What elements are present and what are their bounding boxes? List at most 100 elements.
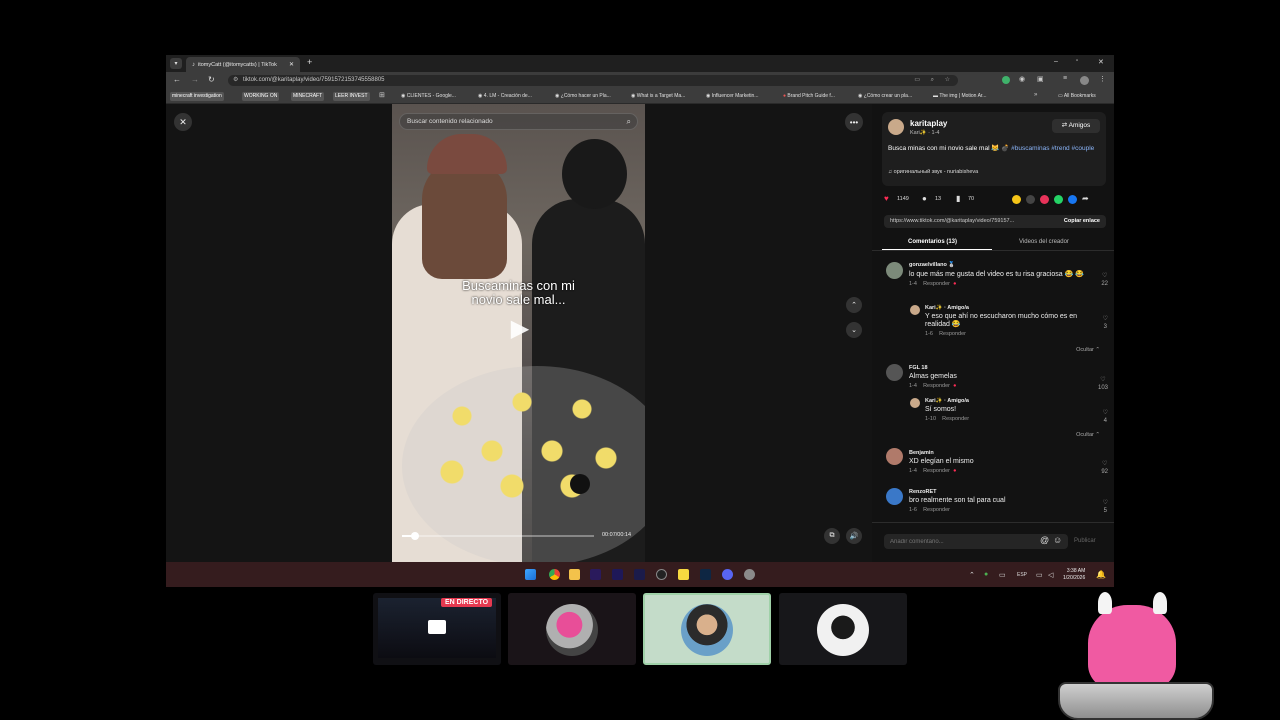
share-arrow-icon[interactable]: ➦ (1082, 194, 1089, 203)
bookmark-star-icon[interactable]: ☆ (945, 75, 950, 86)
next-video-icon[interactable]: ⌄ (846, 322, 862, 338)
comment-user[interactable]: Benjamin (909, 450, 1089, 456)
clock[interactable]: 3:38 AM 1/20/2026 (1063, 568, 1085, 582)
copy-link-button[interactable]: Copiar enlace (1064, 215, 1100, 228)
bookmark-item[interactable]: ◉ ¿Cómo crear un pla... (858, 92, 912, 101)
after-effects-icon[interactable] (612, 569, 623, 580)
author-username[interactable]: karitaplay (910, 119, 947, 128)
start-icon[interactable] (525, 569, 536, 580)
settings-icon[interactable] (744, 569, 755, 580)
sticky-notes-icon[interactable] (678, 569, 689, 580)
maximize-icon[interactable]: ▫ (1076, 58, 1078, 64)
more-bookmarks-icon[interactable]: » (1034, 92, 1037, 98)
reload-icon[interactable]: ↻ (208, 75, 215, 84)
more-options-icon[interactable]: ••• (845, 113, 863, 131)
friends-button[interactable]: ⇄ Amigos (1052, 119, 1100, 133)
bookmark-item[interactable]: ◉ Influencer Marketin... (706, 92, 758, 101)
minimize-icon[interactable]: – (1054, 58, 1058, 65)
extension-green-icon[interactable] (1002, 76, 1010, 84)
tab-tiktok[interactable]: ♪ itomyCatt (@itomycatts) | TikTok ✕ (186, 57, 300, 72)
mini-player-icon[interactable]: ⧉ (824, 528, 840, 544)
publish-button[interactable]: Publicar (1074, 538, 1096, 544)
comment-like[interactable]: ♡ 5 (1103, 499, 1108, 515)
bookmark-item[interactable]: ◉ 4. LM - Creación de... (478, 92, 532, 101)
keyboard-icon[interactable]: ▭ (999, 571, 1006, 579)
comment-like[interactable]: ♡ 22 (1101, 272, 1108, 288)
whatsapp-icon[interactable] (1054, 195, 1063, 204)
media-icon[interactable]: ≡ (1063, 75, 1067, 82)
comment-avatar[interactable] (886, 488, 903, 505)
bookmark-item[interactable]: MINECRAFT (291, 92, 325, 101)
chrome-icon[interactable] (549, 569, 560, 580)
progress-bar[interactable] (402, 532, 594, 540)
reply-button[interactable]: Responder (939, 331, 966, 337)
all-bookmarks[interactable]: ▭ All Bookmarks (1058, 92, 1096, 101)
premiere-icon[interactable] (590, 569, 601, 580)
site-info-icon[interactable]: ⚙ (233, 75, 238, 86)
forward-icon[interactable]: → (191, 75, 199, 84)
puzzle-icon[interactable]: ▣ (1037, 75, 1044, 83)
language-indicator[interactable]: ESP (1017, 572, 1027, 578)
bookmark-item[interactable]: WORKING ON (242, 92, 280, 101)
participant-tile-screenshare[interactable]: EN DIRECTO (373, 593, 501, 665)
install-icon[interactable]: ▭ (914, 75, 920, 86)
comment-like[interactable]: ♡ 103 (1098, 376, 1108, 392)
comment-user[interactable]: gonzaelvillano 🥈 (909, 262, 1089, 268)
video-player[interactable]: Buscar contenido relacionado ⌕ Buscamina… (392, 104, 645, 562)
hide-replies[interactable]: Ocultar ⌃ (1076, 432, 1100, 438)
new-tab-icon[interactable]: + (307, 57, 312, 67)
volume-tray-icon[interactable]: ◁ (1048, 571, 1053, 579)
comment-avatar[interactable] (886, 364, 903, 381)
close-window-icon[interactable]: ✕ (1098, 58, 1104, 66)
zoom-icon[interactable]: ⌕ (931, 75, 934, 86)
obs-icon[interactable] (656, 569, 667, 580)
bookmark-item[interactable]: minecraft investigation (170, 92, 224, 101)
embed-icon[interactable] (1026, 195, 1035, 204)
network-icon[interactable]: ▭ (1036, 571, 1043, 579)
reply-button[interactable]: Responder (923, 281, 950, 287)
share-emoji-icon[interactable] (1012, 195, 1021, 204)
tray-chevron-icon[interactable]: ⌃ (969, 571, 975, 579)
reply-button[interactable]: Responder (942, 416, 969, 422)
tab-creator-videos[interactable]: Videos del creador (1019, 239, 1069, 245)
tab-comments[interactable]: Comentarios (13) (908, 239, 957, 245)
file-explorer-icon[interactable] (569, 569, 580, 580)
comment-avatar[interactable] (886, 448, 903, 465)
facebook-icon[interactable] (1068, 195, 1077, 204)
hashtags[interactable]: #buscaminas #trend #couple (1011, 145, 1094, 152)
save-icon[interactable]: ▮ (956, 194, 960, 203)
comment-icon[interactable]: ● (922, 194, 927, 203)
volume-icon[interactable]: 🔊 (846, 528, 862, 544)
sound-info[interactable]: ♫ оригинальный звук - nuriabisheva (888, 169, 978, 175)
like-icon[interactable]: ♥ (884, 194, 889, 203)
reply-like[interactable]: ♡ 3 (1103, 315, 1108, 331)
comment-like[interactable]: ♡ 92 (1101, 460, 1108, 476)
close-tab-icon[interactable]: ✕ (289, 61, 294, 68)
reply-button[interactable]: Responder (923, 383, 950, 389)
bookmark-item[interactable]: ◉ What is a Target Ma... (631, 92, 685, 101)
notification-bell-icon[interactable]: 🔔 (1096, 570, 1106, 579)
search-icon[interactable]: ⌕ (627, 114, 631, 129)
reply-avatar[interactable] (910, 398, 920, 408)
hide-replies[interactable]: Ocultar ⌃ (1076, 347, 1100, 353)
discord-icon[interactable] (722, 569, 733, 580)
extension-icon[interactable]: ◉ (1019, 75, 1025, 83)
apps-grid-icon[interactable]: ⊞ (379, 91, 385, 99)
reply-like[interactable]: ♡ 4 (1103, 409, 1108, 425)
reply-user[interactable]: Kari✨ · Amigo/a (925, 398, 1090, 404)
close-icon[interactable]: ✕ (174, 113, 192, 131)
play-icon[interactable]: ▶ (508, 315, 532, 342)
emoji-icon[interactable]: ☺ (1053, 535, 1062, 545)
bookmark-item[interactable]: ▬ The img | Motion Ar... (933, 92, 986, 101)
mention-icon[interactable]: @ (1040, 535, 1049, 545)
tab-search-icon[interactable]: ▾ (170, 58, 182, 69)
back-icon[interactable]: ← (173, 75, 181, 84)
previous-video-icon[interactable]: ⌃ (846, 297, 862, 313)
comment-user[interactable]: FGL 18 (909, 365, 1089, 371)
bookmark-item[interactable]: ◉ CLIENTES - Google... (401, 92, 456, 101)
participant-tile[interactable] (779, 593, 907, 665)
bookmark-item[interactable]: ◉ ¿Cómo hacer un Pla... (555, 92, 611, 101)
photoshop-icon[interactable] (700, 569, 711, 580)
comment-avatar[interactable] (886, 262, 903, 279)
related-search-input[interactable]: Buscar contenido relacionado ⌕ (399, 113, 638, 130)
